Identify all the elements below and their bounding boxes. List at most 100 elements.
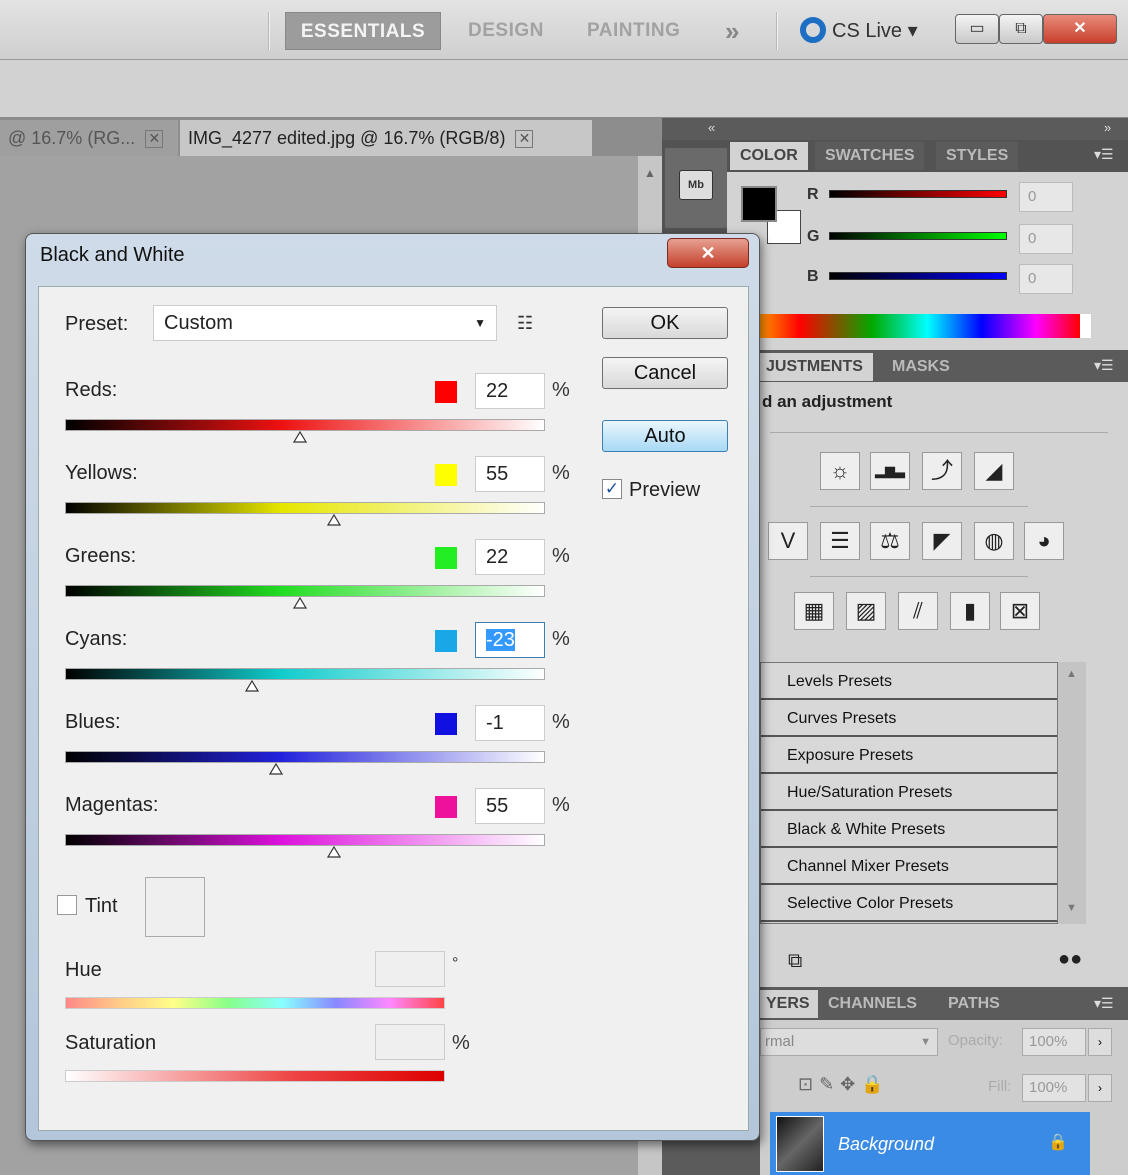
separator (776, 12, 778, 50)
preset-options-icon[interactable]: ☷ (517, 313, 533, 334)
channel-r-slider[interactable] (829, 190, 1007, 198)
tab-adjustments[interactable]: JUSTMENTS (760, 353, 873, 381)
channel-b-slider[interactable] (829, 272, 1007, 280)
channel-value-input[interactable]: 22 (475, 539, 545, 575)
posterize-icon[interactable]: ▨ (846, 592, 886, 630)
hue-saturation-icon[interactable]: ☰ (820, 522, 860, 560)
auto-button[interactable]: Auto (602, 420, 728, 452)
workspace-essentials[interactable]: ESSENTIALS (285, 12, 441, 50)
brightness-contrast-icon[interactable]: ☼ (820, 452, 860, 490)
channel-g-slider[interactable] (829, 232, 1007, 240)
restore-button[interactable]: ⧉ (999, 14, 1043, 44)
tab-styles[interactable]: STYLES (936, 142, 1019, 170)
tab-swatches[interactable]: SWATCHES (815, 142, 925, 170)
channel-b-value[interactable]: 0 (1019, 264, 1073, 294)
divider (770, 432, 1108, 433)
document-tab-active[interactable]: IMG_4277 edited.jpg @ 16.7% (RGB/8) ✕ (180, 120, 592, 156)
blend-mode-value: rmal (765, 1033, 795, 1050)
color-spectrum[interactable] (727, 314, 1091, 338)
tab-masks[interactable]: MASKS (882, 353, 960, 381)
channel-value-input[interactable]: 22 (475, 373, 545, 409)
list-item[interactable]: Black & White Presets (761, 811, 1057, 848)
list-item[interactable]: Curves Presets (761, 700, 1057, 737)
close-window-button[interactable]: ✕ (1043, 14, 1117, 44)
more-workspaces-icon[interactable]: » (725, 12, 740, 50)
channel-slider[interactable] (65, 751, 545, 763)
mini-bridge-icon[interactable]: Mb (679, 170, 713, 200)
preview-checkbox[interactable]: ✓ (602, 479, 622, 499)
preset-select[interactable]: Custom ▼ (153, 305, 497, 341)
list-item[interactable]: Levels Presets (761, 663, 1057, 700)
layer-row-background[interactable]: Background 🔒 (770, 1112, 1090, 1175)
vibrance-icon[interactable]: V (768, 522, 808, 560)
panel-menu-icon[interactable]: ▾☰ (1094, 146, 1114, 163)
channel-value-input[interactable]: 55 (475, 456, 545, 492)
tint-checkbox[interactable] (57, 895, 77, 915)
panel-menu-icon[interactable]: ▾☰ (1094, 995, 1114, 1012)
curves-icon[interactable]: ⤴ (922, 452, 962, 490)
photo-filter-icon[interactable]: ◍ (974, 522, 1014, 560)
channel-slider[interactable] (65, 419, 545, 431)
tab-color[interactable]: COLOR (730, 142, 808, 170)
panel-icon-strip: Mb (665, 148, 727, 228)
opacity-field[interactable]: 100% (1022, 1028, 1086, 1056)
scroll-down-icon[interactable]: ▼ (1066, 902, 1077, 914)
channel-r-value[interactable]: 0 (1019, 182, 1073, 212)
foreground-color-swatch[interactable] (741, 186, 777, 222)
application-bar: ESSENTIALS DESIGN PAINTING » CS Live ▾ ▭… (0, 0, 1128, 60)
channel-slider[interactable] (65, 668, 545, 680)
channel-value-input[interactable]: -1 (475, 705, 545, 741)
channel-swatch (435, 381, 457, 403)
list-item[interactable]: Hue/Saturation Presets (761, 774, 1057, 811)
channel-slider[interactable] (65, 585, 545, 597)
channel-g-value[interactable]: 0 (1019, 224, 1073, 254)
close-icon[interactable]: ✕ (515, 130, 534, 149)
gradient-map-icon[interactable]: ▮ (950, 592, 990, 630)
ok-button[interactable]: OK (602, 307, 728, 339)
levels-icon[interactable]: ▂▆▃ (870, 452, 910, 490)
invert-icon[interactable]: ▦ (794, 592, 834, 630)
document-tab[interactable]: @ 16.7% (RG... ✕ (0, 120, 178, 156)
cs-live-menu[interactable]: CS Live ▾ (800, 12, 918, 50)
collapse-icon[interactable]: « (708, 120, 715, 135)
expand-icon[interactable]: » (1104, 120, 1111, 135)
workspace-painting[interactable]: PAINTING (587, 12, 680, 50)
chevron-right-icon[interactable]: › (1088, 1028, 1112, 1056)
tab-paths[interactable]: PATHS (938, 990, 1010, 1018)
chevron-right-icon[interactable]: › (1088, 1074, 1112, 1102)
list-item[interactable]: Selective Color Presets (761, 885, 1057, 922)
channel-mixer-icon[interactable]: ◕ (1024, 522, 1064, 560)
tab-layers[interactable]: YERS (760, 990, 820, 1018)
color-balance-icon[interactable]: ⚖ (870, 522, 910, 560)
channel-slider[interactable] (65, 834, 545, 846)
black-white-icon[interactable]: ◤ (922, 522, 962, 560)
fill-field[interactable]: 100% (1022, 1074, 1086, 1102)
return-icon[interactable]: ⧉ (788, 950, 802, 973)
lock-icons[interactable]: ⊡✎✥🔒 (798, 1074, 890, 1095)
panel-menu-icon[interactable]: ▾☰ (1094, 357, 1114, 374)
selective-color-icon[interactable]: ⊠ (1000, 592, 1040, 630)
presets-scrollbar[interactable]: ▲ ▼ (1058, 662, 1086, 924)
scroll-up-icon[interactable]: ▲ (1066, 668, 1077, 680)
dialog-close-button[interactable]: ✕ (667, 238, 749, 268)
list-item[interactable]: Channel Mixer Presets (761, 848, 1057, 885)
scroll-up-icon[interactable]: ▲ (644, 166, 656, 180)
hue-label: Hue (65, 959, 102, 981)
exposure-icon[interactable]: ◢ (974, 452, 1014, 490)
workspace-design[interactable]: DESIGN (468, 12, 544, 50)
minimize-button[interactable]: ▭ (955, 14, 999, 44)
channel-row-magentas: Magentas: 55 % (39, 774, 599, 858)
channel-slider[interactable] (65, 502, 545, 514)
hue-slider (65, 997, 445, 1009)
cancel-button[interactable]: Cancel (602, 357, 728, 389)
slider-thumb[interactable] (326, 846, 341, 858)
layer-thumbnail (776, 1116, 824, 1172)
clip-icon[interactable]: ●● (1058, 948, 1082, 971)
channel-value-input[interactable]: 55 (475, 788, 545, 824)
tab-channels[interactable]: CHANNELS (818, 990, 927, 1018)
close-icon[interactable]: ✕ (145, 130, 164, 149)
channel-value-input[interactable]: -23 (475, 622, 545, 658)
list-item[interactable]: Exposure Presets (761, 737, 1057, 774)
threshold-icon[interactable]: ⫽ (898, 592, 938, 630)
blend-mode-select[interactable]: rmal ▼ (760, 1028, 938, 1056)
